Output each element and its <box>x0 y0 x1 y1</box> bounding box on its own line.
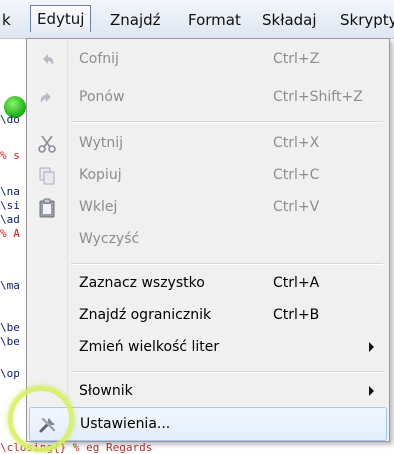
copy-icon <box>39 167 55 185</box>
menu-item-undo[interactable]: Cofnij Ctrl+Z <box>27 43 387 75</box>
menu-item-settings[interactable]: Ustawienia... <box>29 407 387 441</box>
menu-item-label: Słownik <box>79 383 133 399</box>
menu-item-shortcut: Ctrl+A <box>273 275 320 291</box>
edit-dropdown-menu: Cofnij Ctrl+Z Ponów Ctrl+Shift+Z Wytnij … <box>26 38 390 442</box>
menu-item-copy[interactable]: Kopiuj Ctrl+C <box>27 159 387 191</box>
menu-separator <box>71 371 383 373</box>
menu-item-redo[interactable]: Ponów Ctrl+Shift+Z <box>27 81 387 113</box>
redo-icon <box>40 92 51 103</box>
menu-item-label: Ponów <box>79 89 125 105</box>
menu-prev-item[interactable]: k <box>2 9 11 31</box>
menu-item-change-case[interactable]: Zmień wielkość liter <box>27 331 387 363</box>
menu-item-label: Cofnij <box>79 51 119 67</box>
menu-edytuj[interactable]: Edytuj <box>30 5 92 32</box>
menu-bar: k Edytuj Znajdź Format Składaj Skrypty <box>0 0 394 39</box>
code-line: \op <box>0 367 20 380</box>
tools-icon <box>39 417 56 433</box>
code-line: \si <box>0 199 20 212</box>
submenu-arrow-icon <box>369 342 374 352</box>
menu-item-shortcut: Ctrl+B <box>273 307 320 323</box>
menu-item-clear[interactable]: Wyczyść <box>27 223 387 255</box>
code-line: \be <box>0 335 20 348</box>
code-line: % s <box>0 149 20 162</box>
editor-area[interactable]: \do % s \na \si \ad % A \ma \be \be \op <box>0 39 26 454</box>
menu-item-select-all[interactable]: Zaznacz wszystko Ctrl+A <box>27 267 387 299</box>
menu-item-shortcut: Ctrl+Shift+Z <box>273 89 363 105</box>
code-line: \ma <box>0 279 20 292</box>
menu-item-find-delimiter[interactable]: Znajdź ogranicznik Ctrl+B <box>27 299 387 331</box>
menu-item-shortcut: Ctrl+X <box>273 135 320 151</box>
menu-item-shortcut: Ctrl+Z <box>273 51 320 67</box>
menu-item-label: Wytnij <box>79 135 124 151</box>
menu-item-label: Kopiuj <box>79 167 122 183</box>
menu-skladaj[interactable]: Składaj <box>262 9 317 31</box>
menu-item-shortcut: Ctrl+C <box>273 167 320 183</box>
menu-separator <box>71 121 383 123</box>
menu-item-shortcut: Ctrl+V <box>273 199 320 215</box>
menu-item-paste[interactable]: Wklej Ctrl+V <box>27 191 387 223</box>
scissors-icon <box>38 135 56 153</box>
menu-item-label: Znajdź ogranicznik <box>79 307 212 323</box>
code-line: \do <box>0 113 20 126</box>
code-line: % A <box>0 227 20 240</box>
undo-icon <box>43 54 54 65</box>
menu-separator <box>71 263 383 265</box>
menu-item-label: Ustawienia... <box>80 416 171 432</box>
menu-znajdz[interactable]: Znajdź <box>110 9 161 31</box>
clipboard-icon <box>39 198 55 218</box>
code-line: \ad <box>0 213 20 226</box>
code-line: \be <box>0 321 20 334</box>
menu-item-label: Wklej <box>79 199 118 215</box>
menu-skrypty[interactable]: Skrypty <box>340 9 394 31</box>
code-line: \na <box>0 185 20 198</box>
menu-item-label: Wyczyść <box>79 231 140 247</box>
menu-item-label: Zmień wielkość liter <box>79 339 220 355</box>
code-line-closing: \closing{} % eg Regards <box>0 441 153 454</box>
menu-item-dictionary[interactable]: Słownik <box>27 375 387 407</box>
menu-item-label: Zaznacz wszystko <box>79 275 205 291</box>
menu-item-cut[interactable]: Wytnij Ctrl+X <box>27 127 387 159</box>
menu-format[interactable]: Format <box>188 9 241 31</box>
submenu-arrow-icon <box>369 386 374 396</box>
